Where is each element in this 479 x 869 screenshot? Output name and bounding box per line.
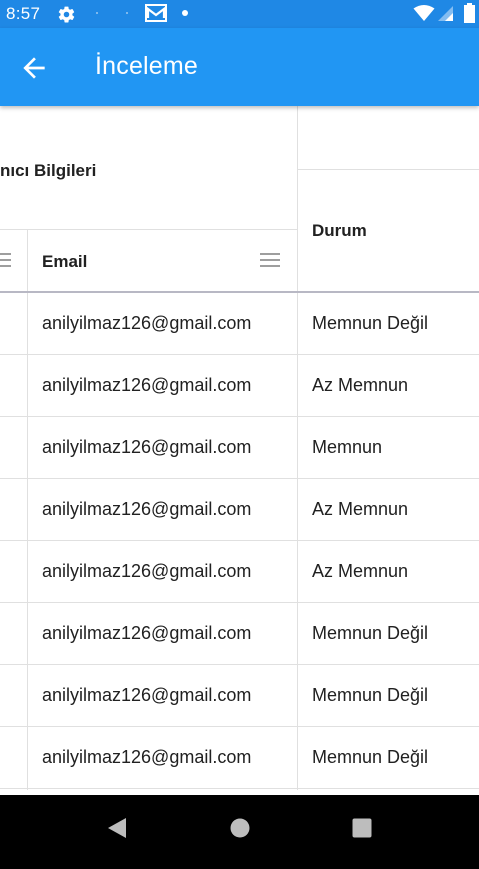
email-cell: anilyilmaz126@gmail.com [42,623,252,643]
data-grid[interactable]: nıcı Bilgileri Email Durum anilyilmaz126… [0,106,479,790]
dim-dot-icon [96,12,98,14]
group-header-label: nıcı Bilgileri [0,161,97,180]
table-row[interactable]: anilyilmaz126@gmail.com Memnun Değil [0,293,479,355]
status-time: 8:57 [6,4,41,23]
column-menu-icon[interactable] [260,253,280,267]
durum-cell: Memnun Değil [312,623,429,643]
navigation-bar [0,795,479,869]
table-row[interactable]: anilyilmaz126@gmail.com Memnun [0,417,479,479]
table-row[interactable]: anilyilmaz126@gmail.com Memnun Değil [0,727,479,789]
durum-cell: Memnun Değil [312,747,429,767]
home-circle-icon[interactable] [229,817,251,839]
table-row[interactable]: anilyilmaz126@gmail.com Az Memnun [0,541,479,603]
durum-cell: Az Memnun [312,561,409,581]
email-cell: anilyilmaz126@gmail.com [42,685,252,705]
durum-cell: Az Memnun [312,375,409,395]
email-cell: anilyilmaz126@gmail.com [42,747,252,767]
arrow-back-icon[interactable] [18,52,50,84]
durum-cell: Memnun Değil [312,313,429,333]
column-menu-icon[interactable] [0,253,11,267]
email-cell: anilyilmaz126@gmail.com [42,437,252,457]
table-row[interactable]: anilyilmaz126@gmail.com Memnun Değil [0,603,479,665]
dot-icon [182,10,188,16]
page-title: İnceleme [95,52,199,80]
column-header-email[interactable]: Email [42,252,87,272]
durum-cell: Memnun Değil [312,685,429,705]
wifi-icon [413,5,435,21]
signal-icon [438,6,453,21]
dim-dot-icon [126,12,128,14]
column-header-durum[interactable]: Durum [312,221,367,241]
durum-cell: Memnun [312,437,383,457]
horizontal-divider [0,229,297,230]
table-row[interactable]: anilyilmaz126@gmail.com Az Memnun [0,479,479,541]
gmail-icon [145,4,167,22]
email-cell: anilyilmaz126@gmail.com [42,499,252,519]
battery-icon [464,3,475,23]
app-bar: İnceleme [0,28,479,106]
gear-icon [58,6,75,23]
horizontal-divider [297,169,479,170]
back-triangle-icon[interactable] [106,817,128,839]
row-divider [0,788,479,789]
recents-square-icon[interactable] [351,817,373,839]
email-cell: anilyilmaz126@gmail.com [42,375,252,395]
email-cell: anilyilmaz126@gmail.com [42,561,252,581]
durum-cell: Az Memnun [312,499,409,519]
status-bar: 8:57 [0,0,479,28]
email-cell: anilyilmaz126@gmail.com [42,313,252,333]
table-row[interactable]: anilyilmaz126@gmail.com Az Memnun [0,355,479,417]
table-row[interactable]: anilyilmaz126@gmail.com Memnun Değil [0,665,479,727]
